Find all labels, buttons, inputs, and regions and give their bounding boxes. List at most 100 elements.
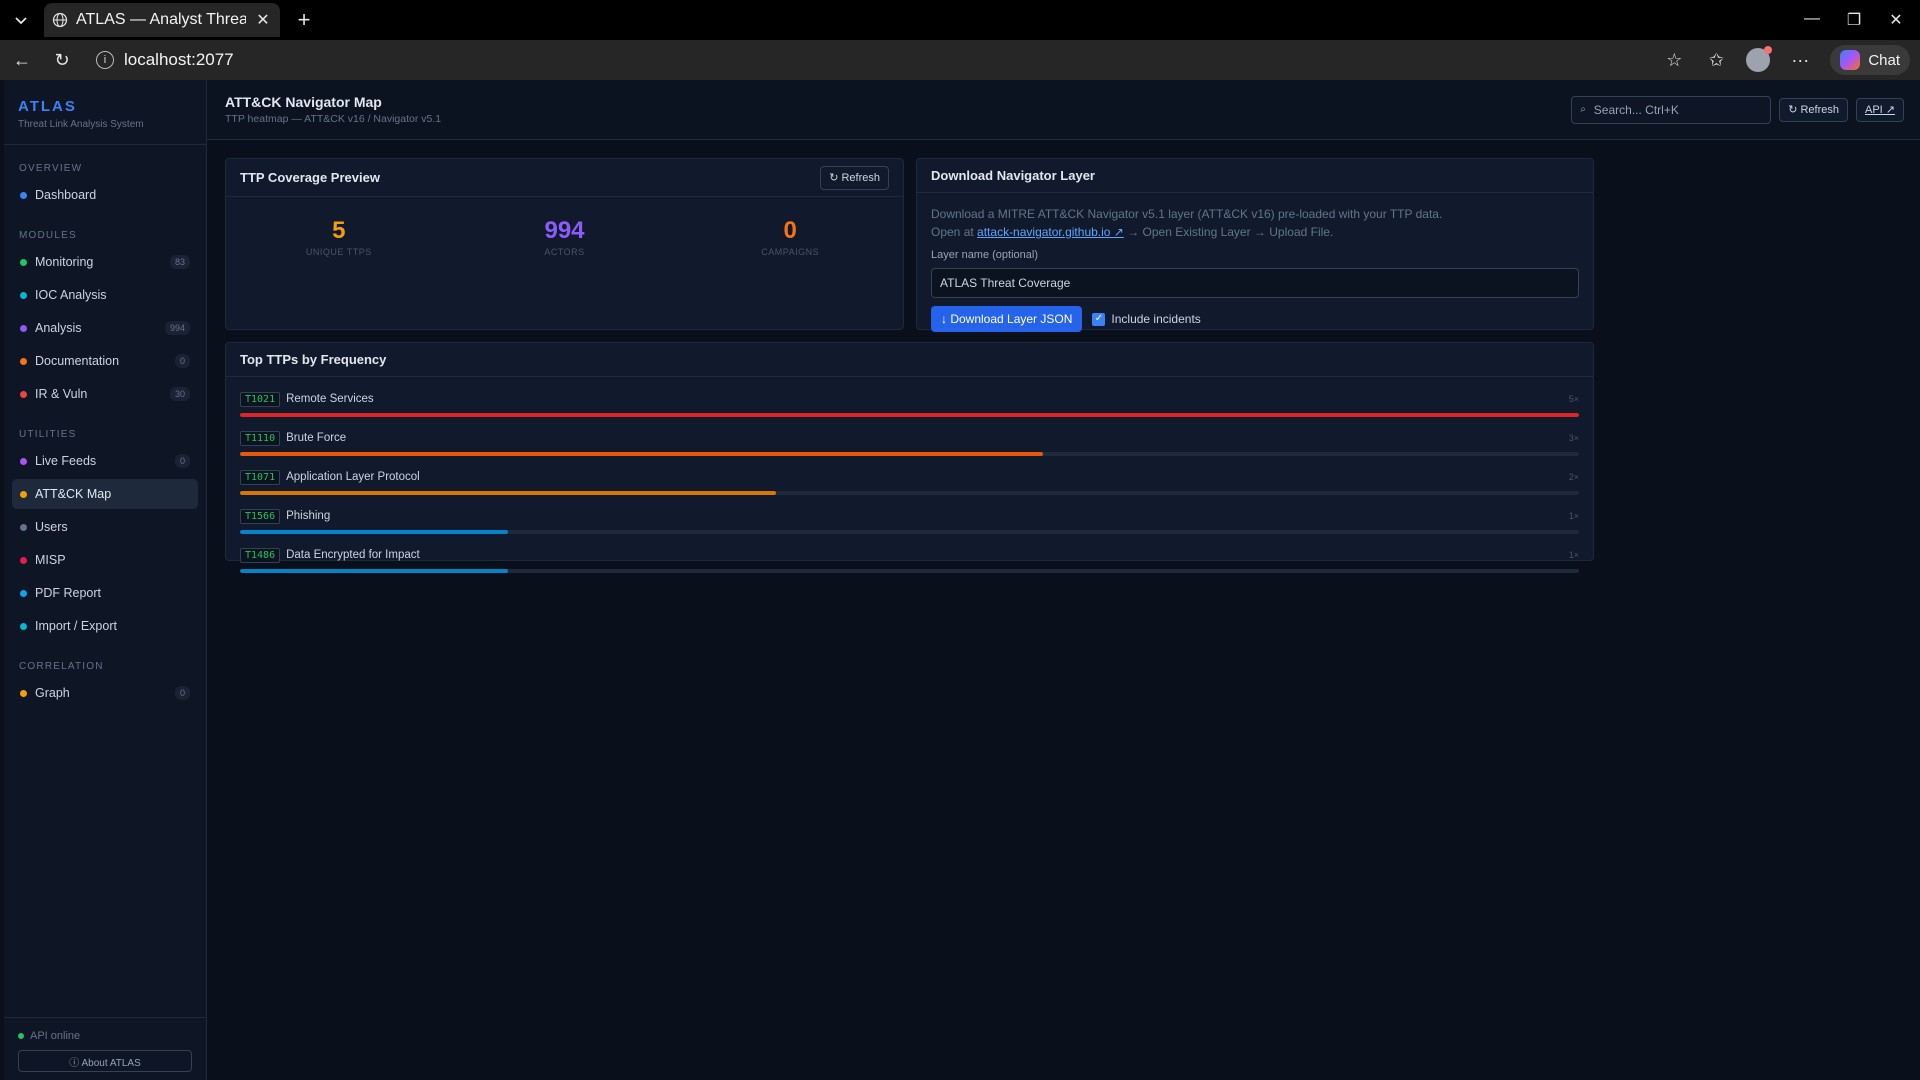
sidebar-item-attack-map[interactable]: ATT&CK Map <box>12 479 198 509</box>
ttp-bar-fill <box>240 530 508 534</box>
address-bar: ← ↻ i localhost:2077 ☆ ✩ ··· Chat <box>0 40 1920 80</box>
api-link-button[interactable]: API ↗ <box>1855 97 1904 122</box>
top-ttps-card: Top TTPs by Frequency T1021 Remote Servi… <box>225 342 1594 573</box>
sidebar-item-label: Documentation <box>35 354 120 368</box>
sidebar-item-dashboard[interactable]: Dashboard <box>12 180 198 210</box>
section-correlation: CORRELATION <box>19 661 104 672</box>
sidebar-item-import-export[interactable]: Import / Export <box>12 611 198 641</box>
stat-label: ACTORS <box>544 247 585 257</box>
sidebar-item-misp[interactable]: MISP <box>12 545 198 575</box>
sidebar-item-live-feeds[interactable]: Live Feeds 0 <box>12 446 198 476</box>
stat-unique-ttps: 5 UNIQUE TTPS <box>226 217 452 257</box>
coverage-card-header: TTP Coverage Preview ↻ Refresh <box>226 159 903 197</box>
checkbox-label: Include incidents <box>1111 312 1201 326</box>
sidebar-item-ioc-analysis[interactable]: IOC Analysis <box>12 280 198 310</box>
sidebar-item-graph[interactable]: Graph 0 <box>12 678 198 708</box>
sidebar-item-documentation[interactable]: Documentation 0 <box>12 346 198 376</box>
header-actions: ⌕ Search... Ctrl+K ↻ Refresh API ↗ <box>1571 95 1904 124</box>
back-icon[interactable]: ← <box>10 48 34 72</box>
chat-button[interactable]: Chat <box>1830 45 1910 75</box>
coverage-card: TTP Coverage Preview ↻ Refresh 5 UNIQUE … <box>225 158 904 330</box>
favorites-icon[interactable]: ✩ <box>1704 48 1728 72</box>
header-refresh-button[interactable]: ↻ Refresh <box>1779 97 1848 122</box>
sidebar-item-label: MISP <box>35 553 66 567</box>
ttp-name: Brute Force <box>286 432 347 444</box>
layer-name-input[interactable]: ATLAS Threat Coverage <box>931 268 1579 298</box>
ttp-name: Remote Services <box>286 393 374 405</box>
brand-logo[interactable]: ATLAS <box>18 98 192 115</box>
ttp-row[interactable]: T1110 Brute Force 3× <box>240 428 1579 467</box>
ttp-row[interactable]: T1566 Phishing 1× <box>240 506 1579 545</box>
ttp-name: Data Encrypted for Impact <box>286 549 420 561</box>
stat-value: 0 <box>783 217 797 244</box>
ttp-name: Phishing <box>286 510 331 522</box>
coverage-refresh-button[interactable]: ↻ Refresh <box>820 165 889 190</box>
sidebar-item-label: ATT&CK Map <box>35 487 112 501</box>
dot-icon <box>20 589 27 597</box>
browser-tab[interactable]: ATLAS — Analyst Threat & I ✕ <box>44 3 280 37</box>
sidebar-item-ir-vuln[interactable]: IR & Vuln 30 <box>12 379 198 409</box>
tab-list-button[interactable] <box>4 5 38 35</box>
reload-icon[interactable]: ↻ <box>50 48 74 72</box>
ttp-row[interactable]: T1486 Data Encrypted for Impact 1× <box>240 545 1579 584</box>
sidebar-item-label: IR & Vuln <box>35 387 88 401</box>
sidebar: ATLAS Threat Link Analysis System OVERVI… <box>4 80 207 1080</box>
close-tab-icon[interactable]: ✕ <box>254 10 272 30</box>
include-incidents-toggle[interactable]: ✓ Include incidents <box>1092 310 1201 328</box>
ttp-row[interactable]: T1021 Remote Services 5× <box>240 389 1579 428</box>
more-menu-icon[interactable]: ··· <box>1788 48 1812 72</box>
dot-icon <box>20 490 27 498</box>
top-ttps-header: Top TTPs by Frequency <box>226 343 1593 377</box>
ttp-count: 3× <box>1568 433 1579 443</box>
stat-value: 5 <box>332 217 346 244</box>
main-content: ATT&CK Navigator Map TTP heatmap — ATT&C… <box>207 80 1920 1080</box>
profile-avatar-icon[interactable] <box>1746 46 1773 72</box>
brand-subtitle: Threat Link Analysis System <box>18 119 144 130</box>
count-badge: 0 <box>174 454 190 468</box>
sidebar-item-label: Live Feeds <box>35 454 97 468</box>
restore-icon[interactable]: ❐ <box>1844 10 1864 30</box>
sidebar-item-label: PDF Report <box>35 586 101 600</box>
sidebar-item-label: IOC Analysis <box>35 288 107 302</box>
sidebar-footer: API online ⓘ About ATLAS <box>4 1017 206 1080</box>
ttp-id: T1566 <box>240 508 281 524</box>
sidebar-item-monitoring[interactable]: Monitoring 83 <box>12 247 198 277</box>
about-button[interactable]: ⓘ About ATLAS <box>18 1050 192 1072</box>
star-icon[interactable]: ☆ <box>1662 48 1686 72</box>
section-modules: MODULES <box>19 230 77 241</box>
page-subtitle: TTP heatmap — ATT&CK v16 / Navigator v5.… <box>225 113 442 125</box>
sidebar-item-label: Analysis <box>35 321 82 335</box>
api-status: API online <box>18 1030 192 1042</box>
download-layer-button[interactable]: ↓ Download Layer JSON <box>931 306 1083 332</box>
ttp-count: 1× <box>1568 550 1579 560</box>
sidebar-item-pdf-report[interactable]: PDF Report <box>12 578 198 608</box>
new-tab-button[interactable]: + <box>290 7 318 33</box>
download-card-header: Download Navigator Layer <box>917 159 1593 193</box>
globe-icon <box>52 12 68 28</box>
url-field[interactable]: i localhost:2077 <box>90 45 1646 75</box>
dot-icon <box>20 523 27 531</box>
stat-label: UNIQUE TTPS <box>305 247 372 257</box>
count-badge: 0 <box>174 686 190 700</box>
close-window-icon[interactable]: ✕ <box>1886 10 1906 30</box>
ttp-count: 5× <box>1568 394 1579 404</box>
section-utilities: UTILITIES <box>19 429 77 440</box>
layer-name-label: Layer name (optional) <box>931 249 1039 261</box>
stat-value: 994 <box>544 217 585 244</box>
navigator-link[interactable]: attack-navigator.github.io ↗ <box>977 225 1124 239</box>
checkbox-checked-icon[interactable]: ✓ <box>1092 312 1106 326</box>
download-desc-line1: Download a MITRE ATT&CK Navigator v5.1 l… <box>931 207 1443 221</box>
sidebar-item-analysis[interactable]: Analysis 994 <box>12 313 198 343</box>
sidebar-item-users[interactable]: Users <box>12 512 198 542</box>
chevron-down-icon <box>15 17 27 25</box>
site-info-icon[interactable]: i <box>96 51 114 69</box>
download-actions: ↓ Download Layer JSON ✓ Include incident… <box>931 306 1579 332</box>
app: ATLAS Threat Link Analysis System OVERVI… <box>0 80 1920 1080</box>
ttp-bar-track <box>240 452 1579 456</box>
desc-prefix: Open at <box>931 225 974 239</box>
search-input[interactable]: ⌕ Search... Ctrl+K <box>1571 95 1772 124</box>
ttp-row[interactable]: T1071 Application Layer Protocol 2× <box>240 467 1579 506</box>
top-ttps-title: Top TTPs by Frequency <box>240 352 387 367</box>
count-badge: 30 <box>169 387 190 401</box>
minimize-icon[interactable]: — <box>1802 10 1822 30</box>
